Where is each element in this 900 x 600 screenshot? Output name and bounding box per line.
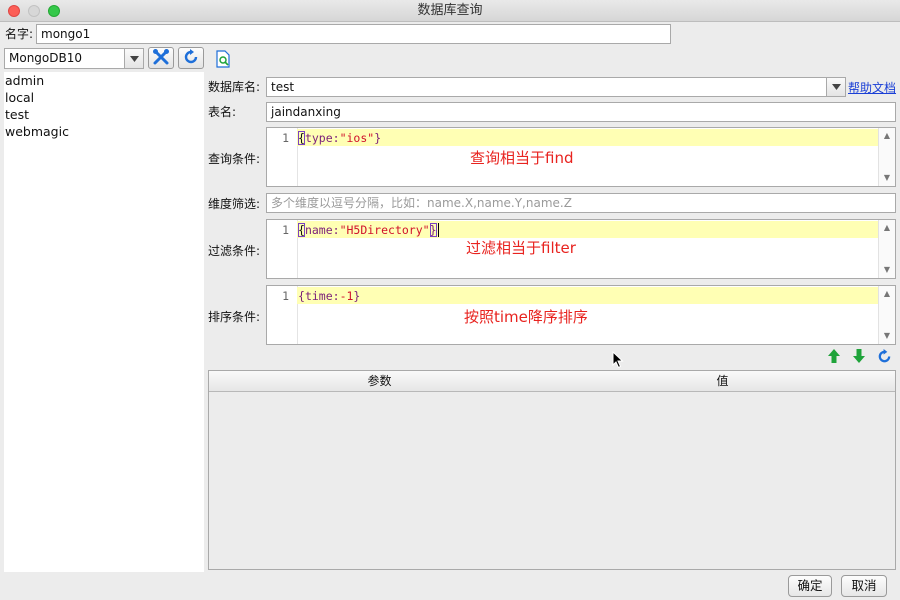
table-name-input[interactable]: jaindanxing (266, 102, 896, 122)
scroll-down-icon[interactable]: ▼ (879, 263, 895, 277)
code-string: "ios" (339, 131, 375, 145)
query-code: {type:"ios"} (298, 130, 381, 146)
window-title: 数据库查询 (417, 3, 483, 18)
cancel-button[interactable]: 取消 (841, 575, 887, 597)
current-line-highlight (297, 287, 879, 304)
database-item[interactable]: local (4, 89, 204, 106)
vertical-scrollbar[interactable]: ▲ ▼ (878, 220, 895, 278)
line-gutter: 1 (267, 220, 298, 278)
name-input[interactable]: mongo1 (36, 24, 671, 44)
scroll-up-icon[interactable]: ▲ (879, 129, 895, 143)
code-key: time: (304, 289, 340, 303)
line-number: 1 (282, 131, 289, 145)
code-brace: { (298, 131, 305, 145)
tools-icon (152, 48, 170, 69)
query-editor[interactable]: 1 {type:"ios"} ▲ ▼ (266, 127, 896, 187)
mouse-pointer-icon (612, 350, 624, 369)
filter-code: {name:"H5Directory"} (298, 222, 439, 238)
dims-label: 维度筛选: (208, 197, 261, 211)
text-cursor (437, 223, 439, 237)
column-header-value[interactable]: 值 (550, 371, 895, 392)
query-annotation: 查询相当于find (470, 149, 574, 167)
scroll-up-icon[interactable]: ▲ (879, 221, 895, 235)
code-brace: } (429, 223, 437, 237)
line-gutter: 1 (267, 128, 298, 186)
refresh-icon (183, 48, 199, 68)
filter-label: 过滤条件: (208, 244, 261, 258)
code-brace: } (353, 289, 361, 303)
database-item[interactable]: webmagic (4, 123, 204, 140)
vertical-scrollbar[interactable]: ▲ ▼ (878, 286, 895, 344)
code-string: "H5Directory" (339, 223, 430, 237)
code-number: -1 (339, 289, 354, 303)
filter-editor[interactable]: 1 {name:"H5Directory"} ▲ ▼ (266, 219, 896, 279)
database-item[interactable]: admin (4, 72, 204, 89)
line-number: 1 (282, 223, 289, 237)
sort-code: {time:-1} (298, 288, 360, 304)
db-name-select[interactable]: test (266, 77, 846, 97)
query-doc-icon[interactable] (214, 50, 232, 68)
line-gutter: 1 (267, 286, 298, 344)
database-item[interactable]: test (4, 106, 204, 123)
connection-select[interactable]: MongoDB10 (4, 48, 144, 69)
code-brace: { (298, 223, 305, 237)
current-line-highlight (297, 129, 879, 146)
database-list[interactable]: admin local test webmagic (4, 72, 204, 572)
scroll-down-icon[interactable]: ▼ (879, 329, 895, 343)
ok-button[interactable]: 确定 (788, 575, 832, 597)
db-name-label: 数据库名: (208, 80, 261, 94)
line-number: 1 (282, 289, 289, 303)
code-key: name: (304, 223, 340, 237)
table-name-label: 表名: (208, 105, 237, 119)
query-label: 查询条件: (208, 152, 261, 166)
chevron-down-icon[interactable] (124, 49, 143, 68)
sort-label: 排序条件: (208, 310, 261, 324)
refresh-connection-button[interactable] (178, 47, 204, 69)
code-brace: { (298, 289, 305, 303)
sort-annotation: 按照time降序排序 (464, 308, 588, 326)
vertical-scrollbar[interactable]: ▲ ▼ (878, 128, 895, 186)
column-header-param[interactable]: 参数 (209, 371, 551, 392)
name-label: 名字: (5, 27, 34, 41)
chevron-down-icon[interactable] (826, 78, 845, 96)
scroll-down-icon[interactable]: ▼ (879, 171, 895, 185)
params-table[interactable]: 参数 值 (208, 370, 896, 570)
dims-input[interactable]: 多个维度以逗号分隔，比如：name.X,name.Y,name.Z (266, 193, 896, 213)
move-down-icon[interactable] (851, 348, 867, 364)
help-doc-link[interactable]: 帮助文档 (848, 79, 896, 96)
scroll-up-icon[interactable]: ▲ (879, 287, 895, 301)
code-brace: } (374, 131, 382, 145)
refresh-icon[interactable] (877, 349, 893, 365)
db-name-value: test (271, 80, 295, 94)
filter-annotation: 过滤相当于filter (466, 239, 576, 257)
tools-button[interactable] (148, 47, 174, 69)
connection-select-value: MongoDB10 (9, 51, 83, 65)
move-up-icon[interactable] (826, 348, 842, 364)
code-key: type: (304, 131, 340, 145)
